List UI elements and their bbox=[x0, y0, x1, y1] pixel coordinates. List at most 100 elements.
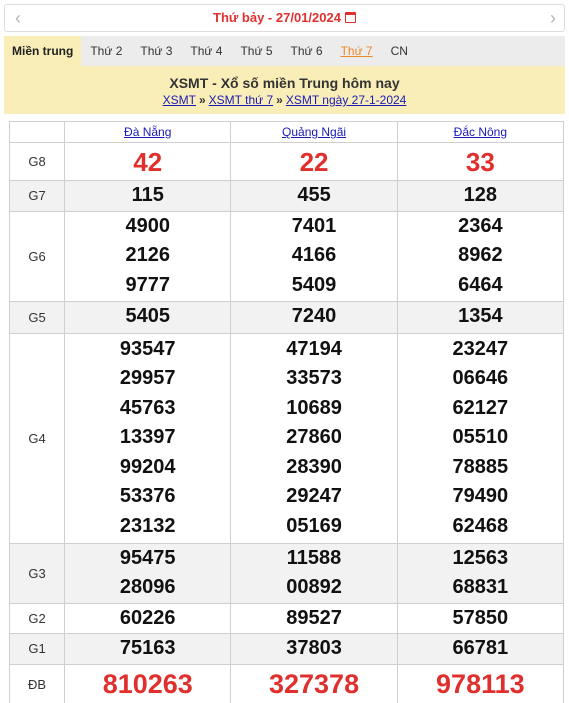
prize-number: 6464 bbox=[458, 273, 503, 296]
prize-number: 22 bbox=[299, 146, 329, 177]
tab-thu-2[interactable]: Thứ 2 bbox=[81, 36, 131, 66]
prize-number: 33573 bbox=[286, 367, 342, 390]
prize-number: 45763 bbox=[119, 396, 176, 419]
prize-number: 93547 bbox=[119, 337, 176, 360]
prize-number: 4900 bbox=[125, 214, 170, 237]
prize-number: 23132 bbox=[119, 514, 176, 537]
prize-number: 5405 bbox=[125, 305, 170, 328]
prize-number: 455 bbox=[297, 184, 331, 206]
prize-number: 27860 bbox=[286, 426, 342, 449]
prize-row-g2: G2 60226 89527 57850 bbox=[8, 602, 565, 634]
prize-number: 28096 bbox=[119, 576, 176, 598]
chevron-right-icon[interactable]: › bbox=[550, 8, 556, 28]
province-link-dac-nong[interactable]: Đắc Nông bbox=[454, 125, 507, 139]
day-tabs: Miền trung Thứ 2 Thứ 3 Thứ 4 Thứ 5 Thứ 6… bbox=[4, 36, 565, 66]
breadcrumb-separator: » bbox=[276, 93, 283, 107]
prize-cell: 93547 29957 45763 13397 99204 53376 23132 bbox=[64, 332, 232, 544]
province-header: Đắc Nông bbox=[396, 121, 565, 143]
prize-number: 12563 bbox=[452, 546, 509, 569]
province-link-da-nang[interactable]: Đà Nẵng bbox=[124, 125, 171, 139]
prize-row-g6: G6 4900 2126 9777 7401 4166 5409 2364 8962 6464 bbox=[8, 210, 565, 302]
prize-label: G7 bbox=[8, 180, 66, 212]
prize-cell: 33 bbox=[396, 142, 565, 181]
table-corner bbox=[8, 121, 66, 143]
prize-number: 8962 bbox=[458, 244, 503, 267]
prize-cell: 128 bbox=[396, 180, 565, 212]
prize-number: 11588 bbox=[286, 546, 342, 569]
prize-label: G6 bbox=[8, 210, 66, 302]
prize-cell: 57850 bbox=[396, 602, 565, 634]
prize-number: 60226 bbox=[119, 606, 176, 629]
prize-row-g8: G8 42 22 33 bbox=[8, 142, 565, 181]
prize-number: 53376 bbox=[119, 485, 176, 508]
prize-row-g3: G3 95475 28096 11588 00892 12563 68831 bbox=[8, 542, 565, 604]
prize-label: G1 bbox=[8, 633, 66, 665]
tab-thu-5[interactable]: Thứ 5 bbox=[231, 36, 281, 66]
breadcrumb-xsmt-thu-7[interactable]: XSMT thứ 7 bbox=[209, 93, 274, 107]
prize-row-g7: G7 115 455 128 bbox=[8, 180, 565, 212]
prize-number: 29957 bbox=[119, 367, 176, 390]
prize-cell: 22 bbox=[230, 142, 398, 181]
prize-number: 28390 bbox=[286, 455, 342, 478]
prize-cell: 4900 2126 9777 bbox=[64, 210, 232, 302]
prize-number: 89527 bbox=[286, 606, 342, 629]
prize-number: 99204 bbox=[119, 455, 176, 478]
prize-number: 95475 bbox=[119, 546, 176, 569]
calendar-icon[interactable] bbox=[344, 12, 356, 23]
prize-cell: 978113 bbox=[396, 663, 565, 703]
prize-number: 33 bbox=[465, 146, 495, 177]
prize-label: G5 bbox=[8, 300, 66, 334]
prize-number: 810263 bbox=[102, 669, 193, 699]
tab-cn[interactable]: CN bbox=[382, 36, 417, 66]
tab-mien-trung[interactable]: Miền trung bbox=[4, 36, 82, 66]
prize-row-g4: G4 93547 29957 45763 13397 99204 53376 23132 471… bbox=[8, 332, 565, 544]
province-header: Quảng Ngãi bbox=[230, 121, 398, 143]
prize-cell: 60226 bbox=[64, 602, 232, 634]
province-link-quang-ngai[interactable]: Quảng Ngãi bbox=[282, 125, 346, 139]
prize-number: 2126 bbox=[125, 244, 170, 267]
prize-number: 06646 bbox=[452, 367, 509, 390]
prize-cell: 327378 bbox=[230, 663, 398, 703]
prize-label: G8 bbox=[8, 142, 66, 181]
prize-number: 29247 bbox=[286, 485, 342, 508]
date-selector[interactable]: Thứ bảy - 27/01/2024 bbox=[5, 10, 564, 25]
tab-thu-6[interactable]: Thứ 6 bbox=[282, 36, 332, 66]
prize-cell: 11588 00892 bbox=[230, 542, 398, 604]
results-header: XSMT - Xổ số miền Trung hôm nay XSMT» XSM… bbox=[4, 66, 565, 114]
prize-number: 5409 bbox=[291, 273, 337, 296]
prize-number: 57850 bbox=[452, 606, 509, 629]
prize-cell: 89527 bbox=[230, 602, 398, 634]
prize-number: 115 bbox=[131, 184, 164, 206]
prize-cell: 95475 28096 bbox=[64, 542, 232, 604]
prize-row-đb: ĐB 810263 327378 978113 bbox=[8, 663, 565, 703]
prize-number: 128 bbox=[463, 184, 498, 206]
prize-number: 05510 bbox=[452, 426, 509, 449]
breadcrumb-xsmt-date[interactable]: XSMT ngày 27-1-2024 bbox=[286, 93, 407, 107]
province-header-row: Đà Nẵng Quảng Ngãi Đắc Nông bbox=[8, 121, 565, 143]
prize-label: ĐB bbox=[8, 663, 66, 703]
prize-number: 978113 bbox=[436, 669, 525, 699]
prize-number: 75163 bbox=[119, 637, 176, 659]
prize-cell: 66781 bbox=[396, 633, 565, 665]
prize-number: 7401 bbox=[291, 214, 337, 237]
breadcrumb-separator: » bbox=[198, 93, 206, 107]
breadcrumb-xsmt[interactable]: XSMT bbox=[163, 93, 196, 107]
prize-cell: 1354 bbox=[396, 300, 565, 334]
prize-cell: 12563 68831 bbox=[396, 542, 565, 604]
prize-number: 66781 bbox=[452, 637, 509, 659]
prize-label: G4 bbox=[8, 332, 66, 544]
prize-number: 13397 bbox=[119, 426, 176, 449]
prize-number: 62468 bbox=[452, 514, 509, 537]
tab-thu-4[interactable]: Thứ 4 bbox=[181, 36, 231, 66]
prize-number: 68831 bbox=[452, 576, 509, 598]
prize-number: 10689 bbox=[286, 396, 342, 419]
prize-number: 47194 bbox=[286, 337, 342, 360]
prize-label: G3 bbox=[8, 542, 66, 604]
page-title: XSMT - Xổ số miền Trung hôm nay bbox=[169, 75, 400, 91]
prize-cell: 5405 bbox=[64, 300, 232, 334]
tab-thu-3[interactable]: Thứ 3 bbox=[131, 36, 181, 66]
prize-label: G2 bbox=[8, 602, 66, 634]
prize-cell: 23247 06646 62127 05510 78885 79490 62468 bbox=[396, 332, 565, 544]
prize-number: 9777 bbox=[125, 273, 170, 296]
tab-thu-7[interactable]: Thứ 7 bbox=[332, 36, 382, 66]
